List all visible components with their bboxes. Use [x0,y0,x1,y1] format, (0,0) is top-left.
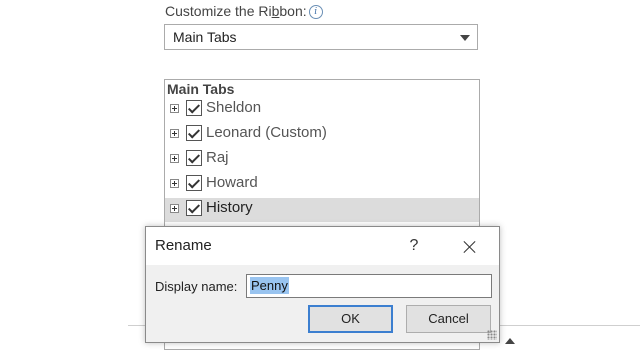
info-icon[interactable]: i [308,5,323,19]
customize-label-suffix: bon: [279,3,307,19]
cancel-button[interactable]: Cancel [406,305,491,333]
tree-item-label: History [206,199,253,216]
rename-dialog: Rename ? Display name: Penny OK Cancel [145,226,500,343]
resize-grip-icon[interactable] [487,330,497,340]
tree-item-raj[interactable]: Raj [165,148,479,172]
tree-item-history[interactable]: History [165,198,479,222]
checkbox-howard[interactable] [186,175,202,191]
checkbox-sheldon[interactable] [186,100,202,116]
display-name-label: Display name: [155,279,238,294]
expand-icon[interactable] [170,154,179,163]
dialog-titlebar[interactable]: Rename ? [146,227,499,265]
ribbon-tabs-dropdown[interactable]: Main Tabs [164,24,478,50]
expand-icon[interactable] [170,179,179,188]
display-name-input[interactable]: Penny [246,274,492,298]
tree-item-howard[interactable]: Howard [165,173,479,197]
checkbox-history[interactable] [186,200,202,216]
chevron-up-icon[interactable] [505,338,515,344]
ok-button[interactable]: OK [308,305,393,333]
checkbox-leonard[interactable] [186,125,202,141]
customize-label-prefix: Customize the Ri [165,3,272,19]
customize-ribbon-label: Customize the Ribbon: i [165,3,323,19]
expand-icon[interactable] [170,129,179,138]
help-button[interactable]: ? [396,233,432,259]
tree-item-label: Sheldon [206,99,262,116]
display-name-value: Penny [250,277,289,294]
close-icon[interactable] [450,233,490,259]
ribbon-tabs-dropdown-value: Main Tabs [173,29,237,45]
tree-item-label: Leonard (Custom) [206,124,327,141]
dialog-title: Rename [155,237,212,254]
expand-icon[interactable] [170,204,179,213]
checkbox-raj[interactable] [186,150,202,166]
expand-icon[interactable] [170,104,179,113]
chevron-down-icon[interactable] [460,35,470,41]
tree-item-sheldon[interactable]: Sheldon [165,98,479,122]
tree-item-leonard[interactable]: Leonard (Custom) [165,123,479,147]
tree-header: Main Tabs [167,81,235,97]
tree-item-label: Raj [206,149,229,166]
tree-item-label: Howard [206,174,258,191]
